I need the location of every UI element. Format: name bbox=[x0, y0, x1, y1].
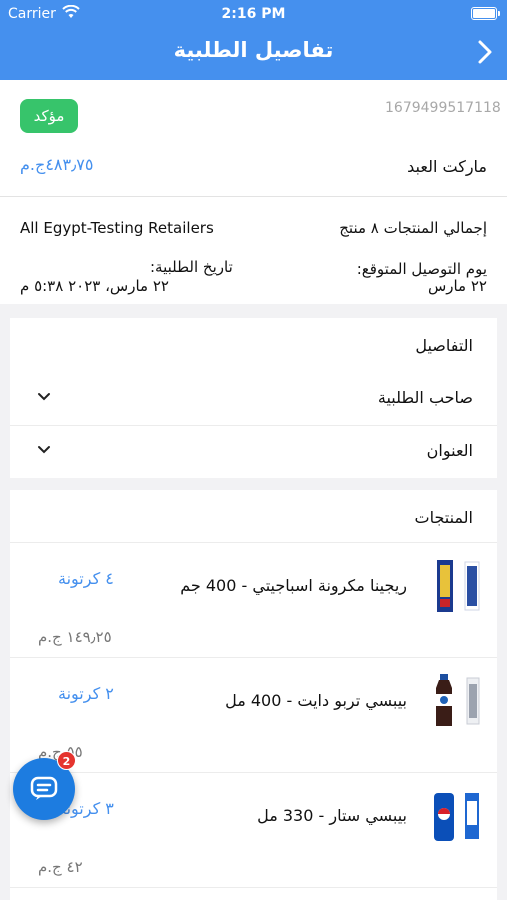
accordion-label: صاحب الطلبية bbox=[377, 388, 473, 407]
retailer-name: All Egypt-Testing Retailers bbox=[20, 219, 214, 237]
list-item[interactable]: بيبسي تربو دايت - 400 مل ٢ كرتونة ٥٥ ج.م bbox=[10, 658, 497, 773]
page-title: تفاصيل الطلبية bbox=[173, 38, 334, 62]
accordion-label: العنوان bbox=[426, 441, 473, 460]
chevron-down-icon bbox=[38, 393, 50, 401]
list-item[interactable]: ريجينا مكرونة اسباجيتي - 400 جم ٤ كرتونة… bbox=[10, 543, 497, 658]
delivery-date-value: ٢٢ مارس bbox=[427, 277, 487, 295]
total-price: ٤٨٣٫٧٥ج.م bbox=[20, 155, 94, 174]
chat-icon bbox=[30, 776, 58, 800]
product-name: بيبسي ستار - 330 مل bbox=[257, 806, 407, 825]
accordion-order-owner[interactable]: صاحب الطلبية bbox=[10, 373, 497, 425]
delivery-date-label: يوم التوصيل المتوقع: bbox=[356, 260, 487, 278]
product-image bbox=[437, 560, 480, 612]
product-image bbox=[434, 793, 479, 841]
details-card: التفاصيل صاحب الطلبية العنوان bbox=[10, 318, 497, 478]
order-id: 1679499517118 bbox=[385, 100, 501, 116]
status-bar: Carrier 2:16 PM bbox=[0, 0, 507, 28]
accordion-address[interactable]: العنوان bbox=[10, 426, 497, 478]
product-quantity: ٤ كرتونة bbox=[58, 569, 114, 588]
status-badge: مؤكد bbox=[20, 99, 78, 133]
divider bbox=[10, 887, 497, 888]
product-quantity: ٢ كرتونة bbox=[58, 684, 114, 703]
store-name: ماركت العبد bbox=[407, 157, 487, 176]
list-item[interactable]: بيبسي ستار - 330 مل ٣ كرتونة ٤٢ ج.م bbox=[10, 773, 497, 888]
order-date-value: ٢٢ مارس، ٢٠٢٣ ٥:٣٨ م bbox=[20, 277, 169, 295]
notification-badge: 2 bbox=[57, 751, 76, 770]
product-image bbox=[436, 674, 480, 726]
battery-icon bbox=[471, 7, 500, 20]
chevron-down-icon bbox=[38, 446, 50, 454]
product-price: ١٤٩٫٢٥ ج.م bbox=[38, 628, 112, 646]
navigation-header: Carrier 2:16 PM تفاصيل الطلبية bbox=[0, 0, 507, 80]
product-name: ريجينا مكرونة اسباجيتي - 400 جم bbox=[180, 576, 407, 595]
details-title: التفاصيل bbox=[415, 336, 473, 355]
clock: 2:16 PM bbox=[221, 6, 286, 22]
product-name: بيبسي تربو دايت - 400 مل bbox=[225, 691, 407, 710]
products-card: المنتجات ريجينا مكرونة اسباجيتي - 400 جم… bbox=[10, 490, 497, 900]
products-count: إجمالي المنتجات ٨ منتج bbox=[339, 219, 487, 237]
divider bbox=[0, 196, 507, 197]
products-title: المنتجات bbox=[414, 508, 474, 527]
chevron-right-icon[interactable] bbox=[473, 38, 497, 66]
product-price: ٤٢ ج.م bbox=[38, 858, 83, 876]
order-date-label: تاريخ الطلبية: bbox=[150, 258, 233, 276]
